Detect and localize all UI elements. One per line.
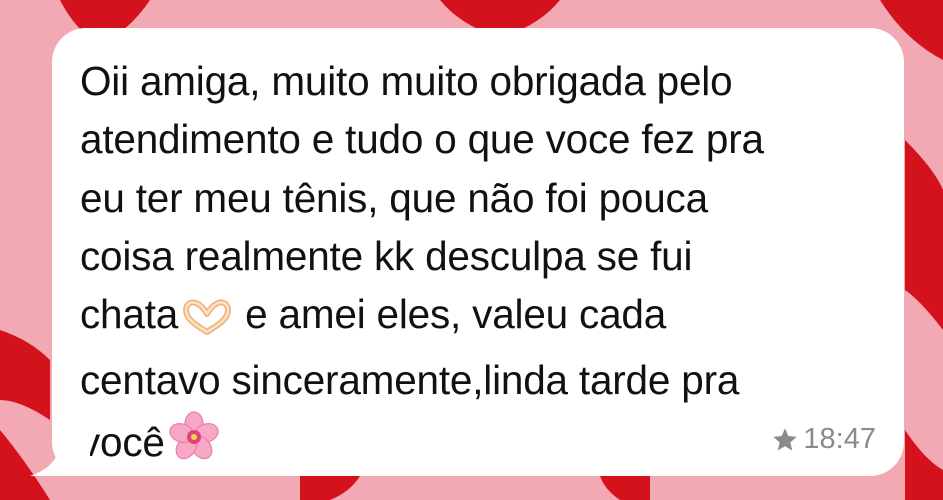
message-line-with-emoji: você: [80, 410, 880, 479]
message-line: coisa realmente kk desculpa se fui: [80, 232, 693, 279]
message-meta: 18:47: [771, 423, 876, 456]
heart-hands-icon: [180, 293, 234, 351]
cherry-blossom-icon: [167, 410, 221, 479]
bubble-tail: [30, 400, 90, 476]
message-line: eu ter meu tênis, que não foi pouca: [80, 174, 708, 221]
message-line: Oii amiga, muito muito obrigada pelo: [80, 58, 733, 104]
message-bubble[interactable]: Oii amiga, muito muito obrigada pelo ate…: [52, 28, 904, 476]
star-icon: [771, 426, 799, 454]
message-text: Oii amiga, muito muito obrigada pelo ate…: [80, 52, 880, 479]
message-fragment: você: [80, 418, 165, 465]
message-line: atendimento e tudo o que voce fez pra: [80, 116, 764, 163]
message-line-with-emoji: chata e amei eles, valeu cada: [80, 285, 880, 351]
message-line: centavo sinceramente,linda tarde pra: [80, 357, 740, 404]
message-fragment: e amei eles, valeu cada: [234, 291, 667, 338]
message-fragment: chata: [80, 291, 179, 338]
message-time: 18:47: [803, 423, 876, 455]
